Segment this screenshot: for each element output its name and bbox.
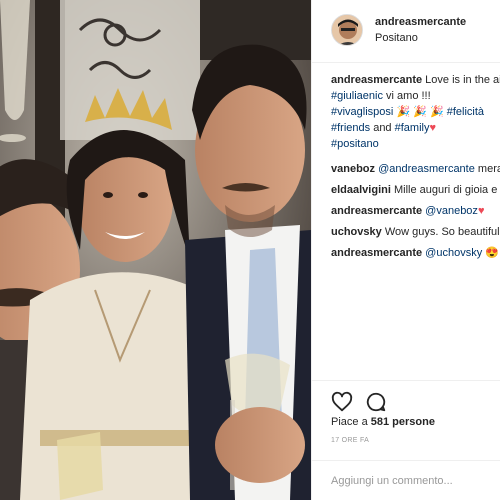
likes-number[interactable]: 581 persone — [371, 416, 435, 428]
caption-text: Love is in the air — [425, 74, 500, 86]
post-timestamp: 17 ORE FA — [331, 437, 370, 444]
post-header: andreasmercante Positano — [312, 0, 500, 63]
avatar-image — [332, 15, 362, 45]
comment-text: Wow guys. So beautiful — [384, 226, 500, 238]
comment-username[interactable]: uchovsky — [331, 226, 382, 238]
post-username-link[interactable]: andreasmercante — [375, 16, 466, 28]
heart-emoji-icon: ♥ — [477, 205, 485, 217]
hashtag-felicita[interactable]: #felicità — [447, 106, 484, 118]
heart-eyes-emoji-icon: 😍 — [485, 247, 499, 259]
hashtag-friends[interactable]: #friends — [331, 122, 370, 134]
add-comment-bar — [312, 460, 500, 500]
avatar[interactable] — [331, 14, 363, 46]
comments-list: andreasmercante Love is in the air #giul… — [331, 72, 500, 266]
comment-username[interactable]: eldaalvigini — [331, 184, 391, 196]
comment-mention[interactable]: @andreasmercante — [378, 163, 475, 175]
comment-text: Mille auguri di gioia e felicità — [393, 184, 500, 196]
hashtag-positano[interactable]: #positano — [331, 138, 379, 150]
comment-item: vaneboz @andreasmercante meravigliosi — [331, 161, 500, 177]
post-photo[interactable] — [0, 0, 311, 500]
comment-username[interactable]: andreasmercante — [331, 205, 422, 217]
comment-item: eldaalvigini Mille auguri di gioia e fel… — [331, 182, 500, 198]
hashtag-giuliaenic[interactable]: #giuliaenic — [331, 90, 383, 102]
caption-and: and — [370, 122, 395, 134]
party-emoji-icon: 🎉 🎉 🎉 — [396, 106, 444, 118]
comment-item: andreasmercante @vaneboz♥ — [331, 203, 500, 219]
comment-text: meravigliosi — [477, 163, 500, 175]
likes-count[interactable]: Piace a 581 persone — [331, 416, 435, 428]
comment-mention[interactable]: @vaneboz — [425, 205, 478, 217]
add-comment-input[interactable] — [331, 471, 481, 491]
caption-username[interactable]: andreasmercante — [331, 74, 422, 86]
comment-item: uchovsky Wow guys. So beautiful — [331, 224, 500, 240]
comment-mention[interactable]: @uchovsky — [425, 247, 482, 259]
post-location-link[interactable]: Positano — [375, 32, 418, 44]
heart-outline-icon[interactable] — [331, 391, 353, 413]
heart-emoji-icon: ♥ — [429, 122, 436, 134]
caption: andreasmercante Love is in the air #giul… — [331, 72, 500, 152]
caption-text-2: vi amo !!! — [382, 90, 431, 102]
hashtag-family[interactable]: #family — [395, 122, 430, 134]
hashtag-vivaglisposi[interactable]: #vivaglisposi — [331, 106, 393, 118]
post-sidebar: andreasmercante Positano andreasmercante… — [311, 0, 500, 500]
speech-bubble-icon[interactable] — [365, 391, 387, 413]
comment-username[interactable]: andreasmercante — [331, 247, 422, 259]
wedding-selfie-image — [0, 0, 311, 500]
comment-item: andreasmercante @uchovsky 😍 — [331, 245, 500, 261]
comment-username[interactable]: vaneboz — [331, 163, 375, 175]
likes-prefix: Piace a — [331, 416, 371, 428]
